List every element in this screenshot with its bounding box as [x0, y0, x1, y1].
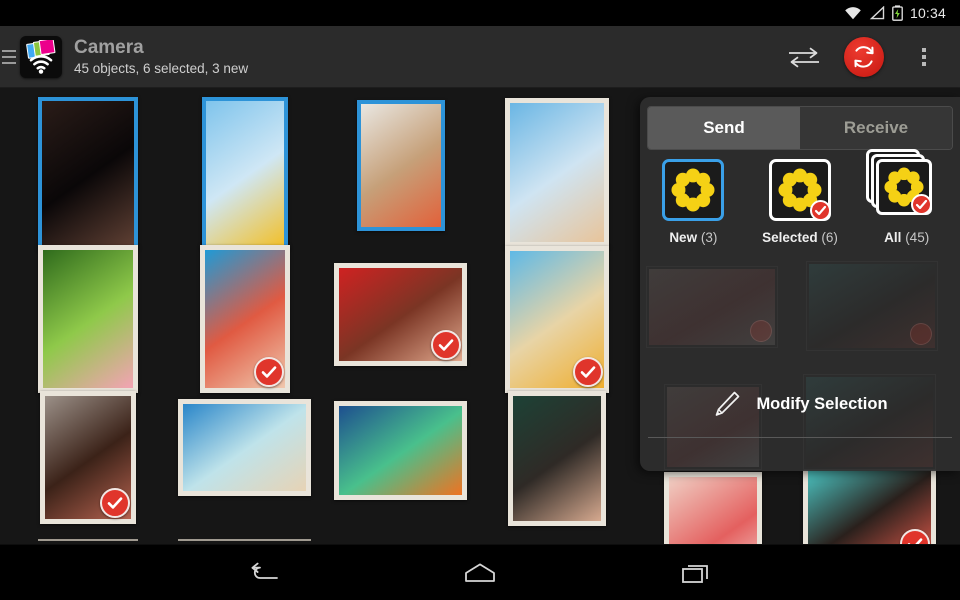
photo-thumbnail[interactable] — [334, 401, 467, 500]
photo-frame — [38, 245, 138, 393]
selected-check-badge — [431, 330, 461, 360]
selection-summary: 45 objects, 6 selected, 3 new — [74, 61, 249, 77]
scope-selected-name: Selected — [762, 230, 818, 245]
photo-image — [669, 477, 757, 544]
photo-frame — [357, 100, 445, 231]
photo-thumbnail[interactable] — [505, 98, 609, 247]
system-navigation-bar — [0, 544, 960, 600]
scope-new-name: New — [669, 230, 698, 245]
action-bar-actions — [776, 26, 960, 88]
photo-thumbnail[interactable] — [38, 245, 138, 393]
recents-icon — [682, 564, 708, 583]
home-button[interactable] — [448, 550, 512, 596]
photo-thumbnail[interactable] — [200, 245, 290, 393]
send-receive-panel: Send Receive New (3) Selected (6) All (4… — [640, 97, 960, 471]
action-bar: Camera 45 objects, 6 selected, 3 new — [0, 26, 960, 88]
status-clock: 10:34 — [909, 5, 946, 21]
scope-option-new[interactable]: New (3) — [640, 159, 747, 245]
cell-signal-icon — [869, 6, 885, 20]
send-receive-tabs: Send Receive — [647, 106, 953, 150]
photo-image — [510, 103, 604, 242]
sync-button[interactable] — [832, 26, 896, 88]
overflow-dots-icon — [922, 47, 926, 66]
next-row-photo-edge — [178, 539, 311, 541]
photo-thumbnail[interactable] — [202, 97, 288, 249]
all-tile — [875, 159, 932, 215]
flower-icon — [671, 168, 715, 212]
back-button[interactable] — [232, 550, 296, 596]
check-badge-icon — [810, 200, 831, 221]
photo-thumbnail[interactable] — [803, 462, 936, 544]
scope-option-selected[interactable]: Selected (6) — [747, 159, 854, 245]
tab-send-label: Send — [703, 118, 745, 137]
scope-selected-count: (6) — [821, 230, 838, 245]
photo-image — [513, 396, 601, 521]
scope-all-name: All — [884, 230, 902, 245]
photo-thumbnail[interactable] — [40, 391, 136, 524]
photo-frame — [508, 391, 606, 526]
photo-frame — [38, 97, 138, 249]
ghost-thumbnail — [646, 266, 778, 348]
camera-wifi-app-icon — [20, 35, 62, 78]
photo-frame — [505, 98, 609, 247]
photo-frame — [202, 97, 288, 249]
new-tile — [662, 159, 725, 221]
sync-refresh-icon — [854, 45, 874, 68]
tab-receive-label: Receive — [843, 118, 909, 137]
scope-option-selected-label: Selected (6) — [762, 230, 838, 245]
scope-option-all[interactable]: All (45) — [853, 149, 960, 245]
selected-check-badge — [254, 357, 284, 387]
scope-option-all-label: All (45) — [884, 230, 929, 245]
photo-thumbnail[interactable] — [505, 246, 609, 393]
tab-receive[interactable]: Receive — [800, 107, 952, 149]
photo-thumbnail[interactable] — [38, 97, 138, 249]
scope-all-count: (45) — [905, 230, 930, 245]
back-arrow-icon — [251, 562, 278, 579]
scope-option-new-label: New (3) — [669, 230, 717, 245]
photo-thumbnail[interactable] — [178, 399, 311, 496]
photo-thumbnail[interactable] — [508, 391, 606, 526]
scope-new-count: (3) — [700, 230, 718, 245]
transfer-swap-button[interactable] — [776, 26, 832, 88]
battery-charging-icon — [892, 5, 903, 21]
photo-frame — [334, 401, 467, 500]
ghost-thumbnail — [806, 261, 938, 351]
selected-check-badge — [573, 357, 603, 387]
send-scope-choices: New (3) Selected (6) All (45) — [640, 149, 960, 245]
home-icon — [465, 563, 495, 582]
drawer-handle-icon[interactable] — [2, 49, 18, 64]
panel-divider — [648, 437, 952, 438]
photo-thumbnail[interactable] — [664, 472, 762, 544]
photo-thumbnail[interactable] — [357, 100, 445, 231]
status-bar: 10:34 — [0, 0, 960, 26]
swap-arrows-icon — [789, 46, 819, 68]
next-row-photo-edge — [38, 539, 138, 541]
modify-selection-button[interactable]: Modify Selection — [640, 375, 960, 433]
photo-frame — [178, 399, 311, 496]
photo-image — [361, 104, 441, 227]
title-block: Camera 45 objects, 6 selected, 3 new — [74, 37, 248, 76]
photo-image — [183, 404, 306, 491]
wifi-icon — [845, 7, 861, 20]
photo-thumbnail[interactable] — [334, 263, 467, 366]
check-badge-icon — [910, 194, 932, 215]
photo-frame — [664, 472, 762, 544]
sync-button-circle — [844, 36, 884, 77]
photo-image — [339, 406, 462, 495]
photo-image — [206, 101, 284, 245]
photo-image — [42, 101, 134, 245]
selected-check-badge — [100, 488, 130, 518]
modify-selection-label: Modify Selection — [756, 394, 888, 413]
tab-send[interactable]: Send — [648, 107, 800, 149]
overflow-menu-button[interactable] — [896, 26, 952, 88]
android-tablet-screen: 10:34 Camera 45 objects, 6 selected, 3 n… — [0, 0, 960, 600]
recents-button[interactable] — [664, 550, 728, 596]
photo-image — [43, 250, 133, 388]
page-title: Camera — [74, 36, 144, 58]
selected-tile — [769, 159, 831, 221]
pencil-icon — [716, 391, 740, 416]
